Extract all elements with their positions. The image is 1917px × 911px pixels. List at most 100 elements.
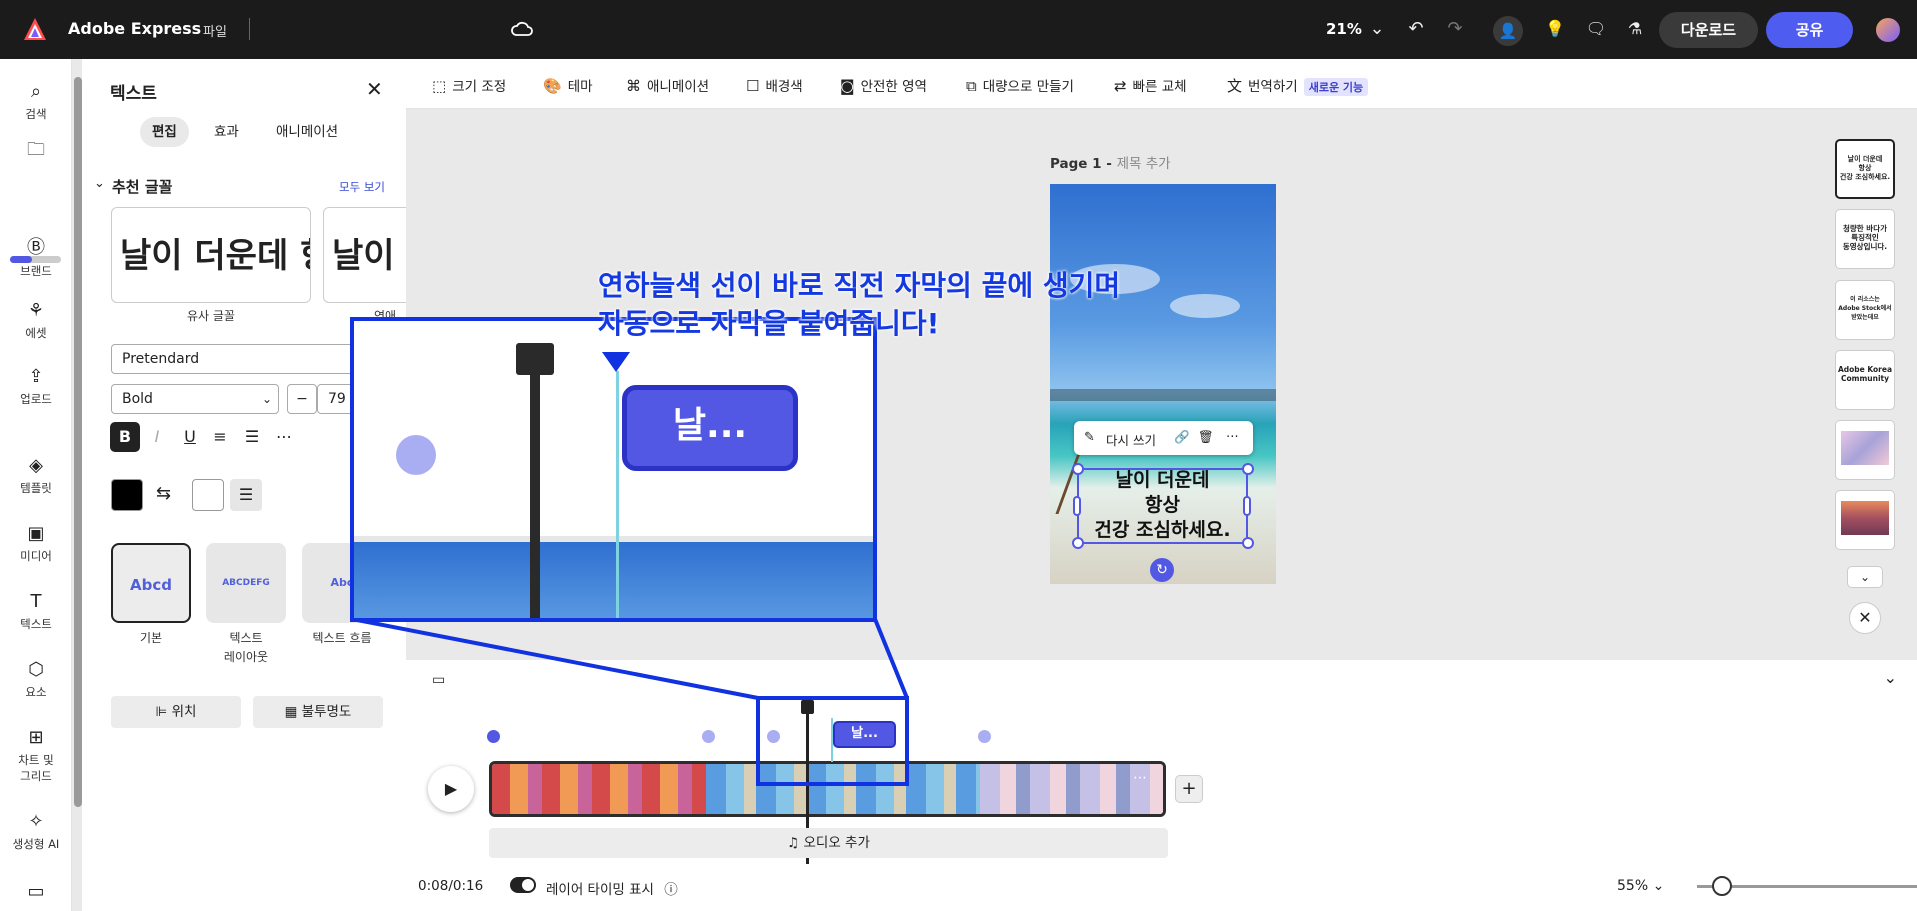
resize-handle[interactable] bbox=[1243, 496, 1251, 516]
app-title: Adobe Express bbox=[68, 19, 202, 38]
time-readout: 0:08/0:16 bbox=[418, 878, 484, 894]
rail-item-charts[interactable]: ⊞ 차트 및 그리드 bbox=[0, 727, 72, 784]
resize-handle[interactable] bbox=[1242, 463, 1254, 475]
page-thumbnail[interactable]: 날이 더운데 항상 건강 조심하세요. bbox=[1835, 139, 1895, 199]
resize-icon: ⬚ bbox=[432, 77, 447, 95]
rotate-icon[interactable]: ↻ bbox=[1150, 558, 1174, 582]
rail-item-media[interactable]: ▣ 미디어 bbox=[0, 523, 72, 564]
resize-button[interactable]: ⬚ 크기 조정 bbox=[432, 75, 506, 95]
scrollbar[interactable] bbox=[74, 77, 82, 807]
theme-button[interactable]: 🎨 테마 bbox=[543, 75, 593, 95]
resize-handle[interactable] bbox=[1072, 463, 1084, 475]
bold-button[interactable]: B bbox=[110, 422, 140, 452]
rewrite-icon[interactable]: ✎ bbox=[1084, 430, 1095, 445]
chevron-down-icon[interactable]: ⌄ bbox=[1847, 566, 1883, 588]
timeline-marker[interactable] bbox=[487, 730, 500, 743]
rail-item-text[interactable]: T 텍스트 bbox=[0, 591, 72, 632]
page-thumbnail[interactable]: 이 리소스는 Adobe Stock에서 받았는데요 bbox=[1835, 280, 1895, 340]
add-audio-button[interactable]: ♫ 오디오 추가 bbox=[489, 828, 1168, 858]
text-style-layout[interactable]: ABCDEFG bbox=[206, 543, 286, 623]
timeline-handle-icon[interactable]: ▭ bbox=[432, 672, 445, 688]
text-style-default[interactable]: Abcd bbox=[111, 543, 191, 623]
see-all-link[interactable]: 모두 보기 bbox=[339, 179, 385, 195]
timeline-marker[interactable] bbox=[702, 730, 715, 743]
safe-area-button[interactable]: ◙ 안전한 영역 bbox=[840, 75, 927, 95]
rail-item-upload[interactable]: ⇪ 업로드 bbox=[0, 366, 72, 407]
elements-icon: ⬡ bbox=[28, 659, 44, 680]
invite-user-icon[interactable]: 👤 bbox=[1493, 16, 1523, 46]
page-thumbnail[interactable] bbox=[1835, 420, 1895, 480]
avatar[interactable] bbox=[1876, 18, 1900, 42]
rail-item-elements[interactable]: ⬡ 요소 bbox=[0, 659, 72, 700]
font-card[interactable]: 날이 더운데 항 bbox=[111, 207, 311, 303]
file-menu[interactable]: 파일 bbox=[203, 21, 227, 40]
undo-icon[interactable]: ↶ bbox=[1404, 17, 1428, 41]
timeline-zoom[interactable]: 55% ⌄ bbox=[1617, 878, 1664, 894]
position-button[interactable]: ⊫ 위치 bbox=[111, 696, 241, 728]
highlight-color-swatch[interactable] bbox=[192, 479, 224, 511]
text-color-swatch[interactable] bbox=[111, 479, 143, 511]
opacity-button[interactable]: ▦ 불투명도 bbox=[253, 696, 383, 728]
more-icon[interactable]: ⋯ bbox=[1226, 428, 1239, 443]
rail-item-brand[interactable]: Ⓑ 브랜드 bbox=[0, 233, 72, 279]
decrease-size-button[interactable]: − bbox=[287, 384, 317, 414]
close-icon[interactable]: ✕ bbox=[1849, 602, 1881, 634]
tab-edit[interactable]: 편집 bbox=[140, 117, 189, 147]
rail-item-search[interactable]: ⌕ 검색 bbox=[0, 81, 72, 122]
labs-flask-icon[interactable]: ⚗ bbox=[1623, 17, 1647, 41]
link-icon[interactable]: 🔗 bbox=[1174, 429, 1190, 445]
background-color-button[interactable]: ☐ 배경색 bbox=[746, 75, 803, 95]
resize-handle[interactable] bbox=[1073, 496, 1081, 516]
page-thumbnail[interactable]: 청량한 바다가 특징적인 동영상입니다. bbox=[1835, 209, 1895, 269]
rail-item-assets[interactable]: ⚘ 에셋 bbox=[0, 300, 72, 341]
rail-item-files[interactable]: 🗀 bbox=[0, 137, 72, 171]
font-card[interactable]: 날이 더 bbox=[323, 207, 406, 303]
page-label[interactable]: Page 1 - 제목 추가 bbox=[1050, 152, 1171, 172]
caption-clip-zoomed: 날... bbox=[622, 385, 798, 471]
chevron-down-icon[interactable]: ⌄ bbox=[94, 176, 105, 191]
list-icon[interactable]: ☰ bbox=[237, 422, 267, 452]
translate-button[interactable]: 文 번역하기 새로운 기능 bbox=[1227, 75, 1369, 96]
play-button[interactable]: ▶ bbox=[428, 766, 474, 812]
underline-button[interactable]: U bbox=[175, 422, 205, 452]
rewrite-button[interactable]: 다시 쓰기 bbox=[1106, 430, 1156, 449]
resize-handle[interactable] bbox=[1242, 537, 1254, 549]
chevron-down-icon[interactable]: ⌄ bbox=[1365, 17, 1389, 41]
caption-text[interactable]: 날이 더운데 항상 건강 조심하세요. bbox=[1077, 468, 1248, 543]
lightbulb-icon[interactable]: 💡 bbox=[1543, 17, 1567, 41]
rail-item-more[interactable]: ▭ bbox=[0, 881, 72, 906]
rail-item-generative-ai[interactable]: ✧ 생성형 AI bbox=[0, 811, 72, 852]
align-center-icon[interactable]: ≡ bbox=[205, 422, 235, 452]
add-page-button[interactable]: + bbox=[1175, 775, 1203, 803]
timeline-marker[interactable] bbox=[978, 730, 991, 743]
bulk-create-button[interactable]: ⧉ 대량으로 만들기 bbox=[966, 75, 1074, 95]
italic-button[interactable]: I bbox=[142, 422, 172, 452]
tab-animation[interactable]: 애니메이션 bbox=[264, 117, 350, 147]
more-icon[interactable]: ⋯ bbox=[1133, 770, 1147, 786]
zoom-slider-handle[interactable] bbox=[1712, 876, 1732, 896]
animation-button[interactable]: ⌘ 애니메이션 bbox=[626, 75, 709, 95]
quick-swap-button[interactable]: ⇄ 빠른 교체 bbox=[1114, 75, 1187, 95]
download-button[interactable]: 다운로드 bbox=[1659, 12, 1758, 48]
redo-icon[interactable]: ↷ bbox=[1443, 17, 1467, 41]
adobe-express-logo[interactable] bbox=[22, 16, 48, 42]
tab-effects[interactable]: 효과 bbox=[202, 117, 251, 147]
comment-icon[interactable]: 🗨 bbox=[1584, 17, 1608, 41]
share-button[interactable]: 공유 bbox=[1766, 12, 1853, 48]
swap-icon[interactable]: ⇆ bbox=[156, 483, 171, 504]
resize-handle[interactable] bbox=[1072, 537, 1084, 549]
page-thumbnail[interactable] bbox=[1835, 490, 1895, 550]
zoom-level[interactable]: 21% bbox=[1326, 20, 1362, 38]
cloud-save-icon[interactable] bbox=[510, 19, 534, 39]
line-style-icon[interactable]: ☰ bbox=[230, 479, 262, 511]
info-icon[interactable]: ⓘ bbox=[664, 882, 678, 898]
font-weight-select[interactable]: Bold ⌄ bbox=[111, 384, 279, 414]
more-icon[interactable]: ⋯ bbox=[269, 422, 299, 452]
close-icon[interactable]: ✕ bbox=[366, 77, 383, 101]
page-thumbnail[interactable]: Adobe Korea Community bbox=[1835, 350, 1895, 410]
chevron-down-icon[interactable]: ⌄ bbox=[1884, 668, 1897, 687]
chart-grid-icon: ⊞ bbox=[28, 727, 44, 748]
rail-item-templates[interactable]: ◈ 템플릿 bbox=[0, 455, 72, 496]
trash-icon[interactable]: 🗑 bbox=[1198, 429, 1214, 445]
layer-timing-toggle[interactable] bbox=[510, 877, 536, 893]
